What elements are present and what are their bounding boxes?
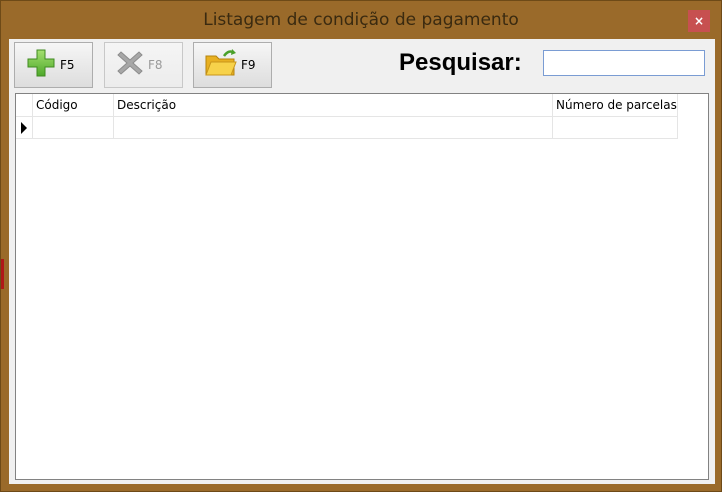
close-button[interactable]: × bbox=[688, 10, 710, 32]
delete-button[interactable]: F8 bbox=[104, 42, 183, 88]
delete-icon bbox=[115, 48, 145, 82]
table-row[interactable] bbox=[16, 117, 678, 139]
cell-codigo[interactable] bbox=[33, 117, 114, 139]
data-grid[interactable]: Código Descrição Número de parcelas bbox=[15, 93, 709, 480]
cell-descricao[interactable] bbox=[114, 117, 553, 139]
left-edge-marker bbox=[1, 259, 4, 289]
cell-parcelas[interactable] bbox=[553, 117, 678, 139]
main-window: Listagem de condição de pagamento × F5 F… bbox=[0, 0, 722, 492]
toolbar: F5 F8 F9 Pesquisar: bbox=[9, 39, 715, 91]
open-button-label: F9 bbox=[241, 58, 256, 72]
client-area: F5 F8 F9 Pesquisar: Código Descrição Núm… bbox=[9, 39, 715, 484]
search-label: Pesquisar: bbox=[399, 49, 522, 76]
delete-button-label: F8 bbox=[148, 58, 163, 72]
search-input[interactable] bbox=[543, 50, 705, 76]
add-icon bbox=[25, 47, 57, 83]
row-header-corner bbox=[16, 94, 33, 117]
open-button[interactable]: F9 bbox=[193, 42, 272, 88]
current-row-arrow-icon bbox=[21, 122, 27, 134]
close-icon: × bbox=[693, 14, 705, 28]
title-bar[interactable]: Listagem de condição de pagamento × bbox=[1, 1, 721, 39]
row-selector[interactable] bbox=[16, 117, 33, 139]
column-header-descricao[interactable]: Descrição bbox=[114, 94, 553, 117]
add-button-label: F5 bbox=[60, 58, 75, 72]
window-title: Listagem de condição de pagamento bbox=[203, 10, 519, 30]
add-button[interactable]: F5 bbox=[14, 42, 93, 88]
open-folder-icon bbox=[204, 47, 238, 83]
column-header-codigo[interactable]: Código bbox=[33, 94, 114, 117]
column-header-parcelas[interactable]: Número de parcelas bbox=[553, 94, 678, 117]
grid-header: Código Descrição Número de parcelas bbox=[16, 94, 678, 117]
